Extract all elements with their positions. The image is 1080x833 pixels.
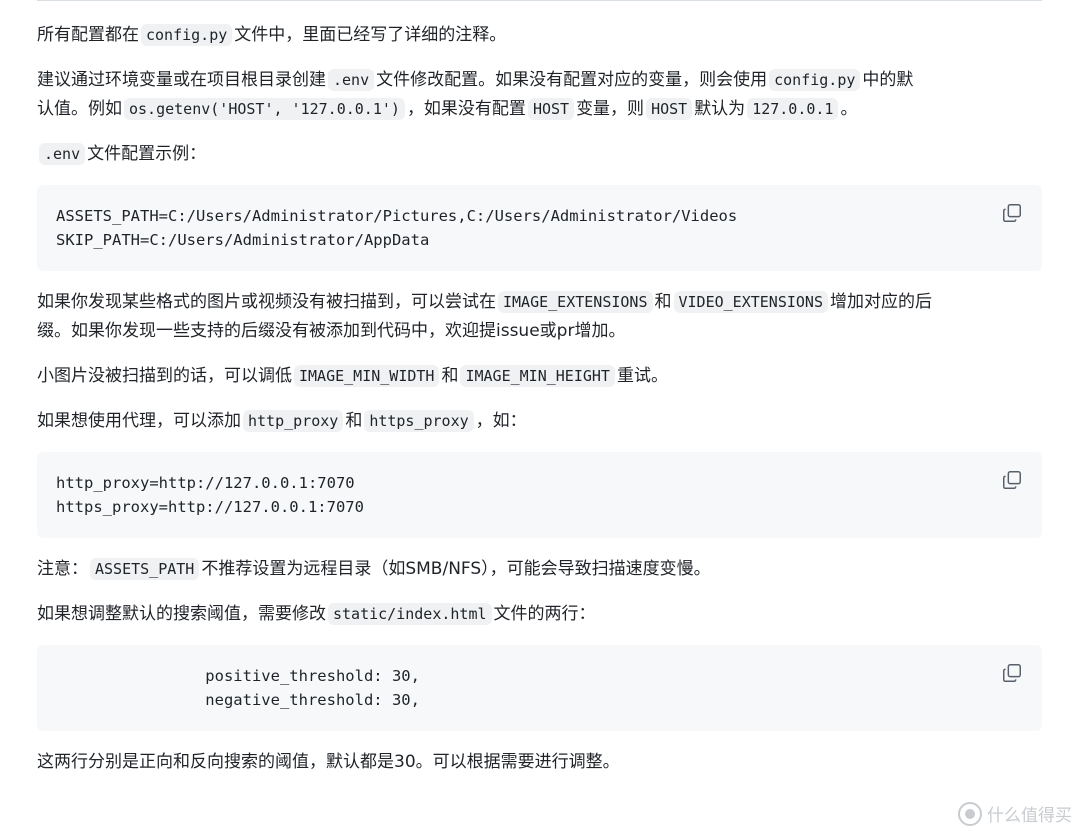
- inline-code: config.py: [141, 24, 233, 46]
- paragraph-extensions: 如果你发现某些格式的图片或视频没有被扫描到，可以尝试在 IMAGE_EXTENSI…: [37, 291, 932, 341]
- inline-code: .env: [328, 69, 375, 91]
- copy-icon[interactable]: [1001, 469, 1023, 491]
- watermark-text: 什么值得买: [987, 806, 1072, 826]
- code-block-env: ASSETS_PATH=C:/Users/Administrator/Pictu…: [37, 185, 1042, 271]
- copy-icon[interactable]: [1001, 662, 1023, 684]
- paragraph-threshold-note: 这两行分别是正向和反向搜索的阈值，默认都是30。可以根据需要进行调整。: [37, 752, 620, 772]
- code-text: positive_threshold: 30, negative_thresho…: [205, 667, 420, 709]
- inline-code: IMAGE_EXTENSIONS: [498, 291, 653, 313]
- readme-content: 所有配置都在 config.py 文件中，里面已经写了详细的注释。 建议通过环境变量…: [37, 21, 1042, 793]
- inline-code: 127.0.0.1: [747, 98, 839, 120]
- inline-code: os.getenv('HOST', '127.0.0.1'): [124, 98, 405, 120]
- inline-code: http_proxy: [243, 410, 344, 432]
- code-block-proxy: http_proxy=http://127.0.0.1:7070 https_p…: [37, 452, 1042, 538]
- paragraph-config-intro: 所有配置都在 config.py 文件中，里面已经写了详细的注释。: [37, 24, 507, 46]
- top-divider: [37, 0, 1042, 1]
- inline-code: IMAGE_MIN_HEIGHT: [460, 365, 615, 387]
- paragraph-proxy: 如果想使用代理，可以添加 http_proxy 和 https_proxy ，如：: [37, 410, 527, 432]
- paragraph-min-size: 小图片没被扫描到的话，可以调低 IMAGE_MIN_WIDTH 和 IMAGE_MIN…: [37, 365, 668, 387]
- watermark: 什么值得买: [958, 801, 1072, 826]
- inline-code: static/index.html: [328, 603, 492, 625]
- code-text: http_proxy=http://127.0.0.1:7070 https_p…: [56, 474, 364, 516]
- paragraph-threshold: 如果想调整默认的搜索阈值，需要修改 static/index.html 文件的两行：: [37, 603, 596, 625]
- paragraph-assets-warning: 注意： ASSETS_PATH 不推荐设置为远程目录（如SMB/NFS），可能会导致…: [37, 558, 711, 580]
- copy-icon[interactable]: [1001, 202, 1023, 224]
- inline-code: https_proxy: [364, 410, 474, 432]
- code-block-threshold: positive_threshold: 30, negative_thresho…: [37, 645, 1042, 731]
- inline-code: config.py: [769, 69, 861, 91]
- paragraph-env-example-label: .env 文件配置示例：: [37, 140, 1042, 169]
- inline-code: VIDEO_EXTENSIONS: [673, 291, 828, 313]
- inline-code: ASSETS_PATH: [90, 558, 200, 580]
- inline-code: IMAGE_MIN_WIDTH: [294, 365, 440, 387]
- inline-code: .env: [39, 143, 86, 165]
- inline-code: HOST: [527, 98, 575, 120]
- zhi-logo-icon: [958, 801, 982, 826]
- inline-code: HOST: [646, 98, 693, 120]
- code-text: ASSETS_PATH=C:/Users/Administrator/Pictu…: [56, 207, 738, 249]
- paragraph-env-suggestion: 建议通过环境变量或在项目根目录创建 .env 文件修改配置。如果没有配置对应的变量，…: [37, 69, 914, 120]
